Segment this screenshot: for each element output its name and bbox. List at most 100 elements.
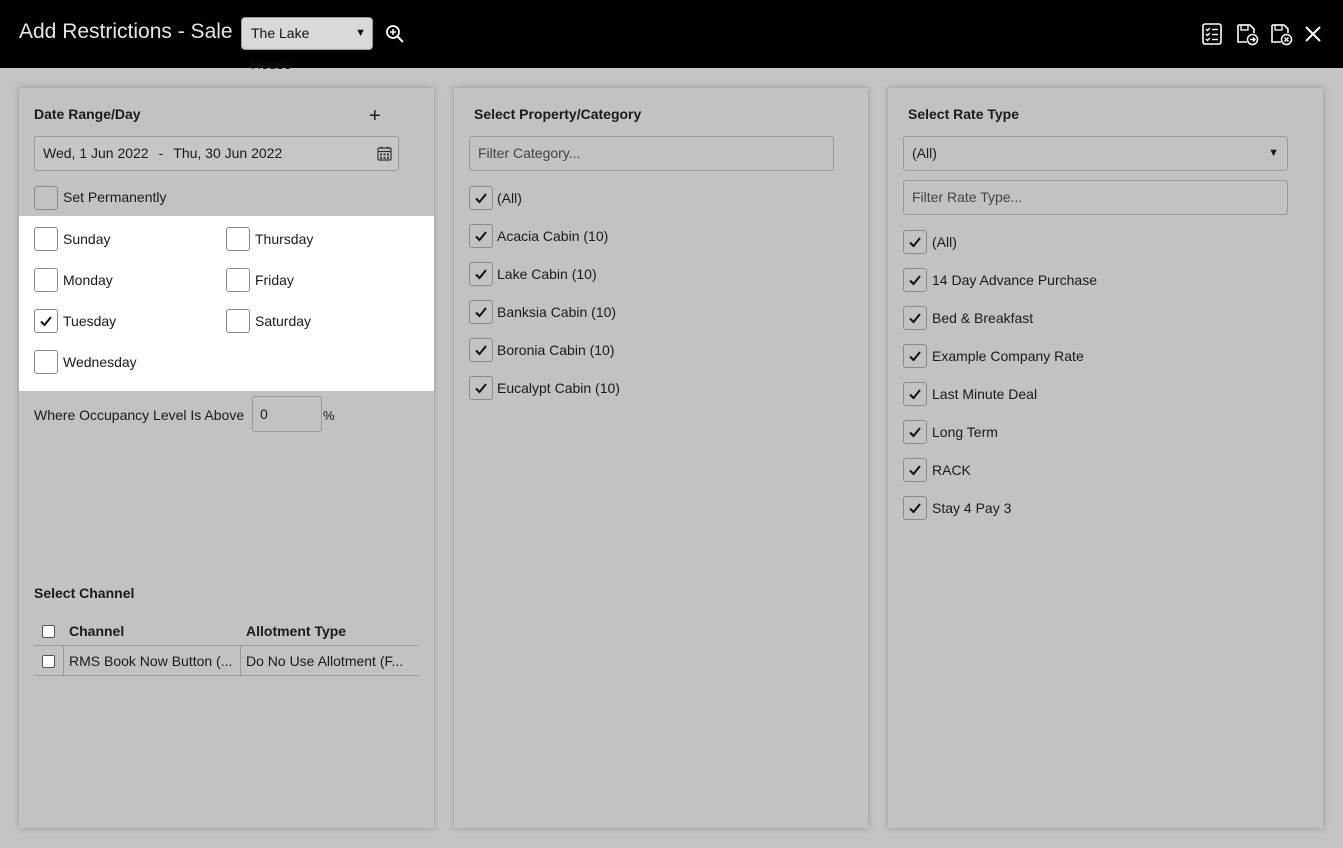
top-bar: Add Restrictions - Sale The Lake House ▼ (0, 0, 1343, 72)
checkmark-icon (909, 351, 921, 362)
filter-rate-type-input[interactable]: Filter Rate Type... (903, 180, 1288, 215)
monday-checkbox[interactable] (34, 268, 58, 292)
date-from: Wed, 1 Jun 2022 (43, 145, 149, 161)
category-item-label: Eucalypt Cabin (10) (497, 380, 620, 396)
checkmark-icon (909, 237, 921, 248)
category-item-label: (All) (497, 190, 522, 206)
checkmark-icon (475, 193, 487, 204)
rate-item-label: Bed & Breakfast (932, 310, 1034, 326)
category-lake-checkbox[interactable] (469, 262, 493, 286)
rate-stay4pay3-checkbox[interactable] (903, 496, 927, 520)
checkmark-icon (909, 389, 921, 400)
rate-item-label: Example Company Rate (932, 348, 1084, 364)
checkmark-icon (475, 231, 487, 242)
channel-table-header: Channel Allotment Type (34, 616, 419, 646)
set-permanently-checkbox[interactable] (34, 186, 58, 210)
thursday-label: Thursday (255, 231, 314, 247)
friday-label: Friday (255, 272, 294, 288)
checkmark-icon (909, 503, 921, 514)
table-row[interactable]: RMS Book Now Button (... Do No Use Allot… (34, 646, 419, 676)
checkmark-icon (475, 307, 487, 318)
wednesday-label: Wednesday (63, 354, 137, 370)
occupancy-input[interactable]: 0 (252, 396, 322, 432)
rate-item-label: Long Term (932, 424, 998, 440)
category-item-label: Banksia Cabin (10) (497, 304, 617, 320)
calendar-icon[interactable] (377, 146, 392, 161)
checkmark-icon (909, 313, 921, 324)
chevron-down-icon: ▼ (1268, 147, 1279, 159)
category-eucalypt-checkbox[interactable] (469, 376, 493, 400)
category-item-label: Boronia Cabin (10) (497, 342, 615, 358)
category-panel-title: Select Property/Category (474, 106, 642, 122)
category-item-label: Lake Cabin (10) (497, 266, 597, 282)
date-range-input[interactable]: Wed, 1 Jun 2022- Thu, 30 Jun 2022 (34, 136, 399, 171)
checkmark-icon (909, 275, 921, 286)
wednesday-checkbox[interactable] (34, 350, 58, 374)
rate-item-label: (All) (932, 234, 957, 250)
rate-last-minute-checkbox[interactable] (903, 382, 927, 406)
property-select[interactable]: The Lake House ▼ (241, 17, 373, 72)
save-arrow-icon[interactable] (1235, 22, 1259, 46)
rate-14-day-checkbox[interactable] (903, 268, 927, 292)
allotment-cell: Do No Use Allotment (F... (246, 653, 404, 669)
category-boronia-checkbox[interactable] (469, 338, 493, 362)
save-close-icon[interactable] (1269, 22, 1293, 46)
rate-item-label: Last Minute Deal (932, 386, 1038, 402)
rate-item-label: 14 Day Advance Purchase (932, 272, 1097, 288)
occupancy-label: Where Occupancy Level Is Above (34, 407, 245, 423)
rate-item-label: RACK (932, 462, 971, 478)
date-to: Thu, 30 Jun 2022 (173, 145, 283, 161)
category-panel: Select Property/Category Filter Category… (454, 88, 868, 828)
days-of-week-group: Sunday Thursday Monday Friday Tuesday Sa… (19, 216, 434, 391)
select-all-channels-checkbox[interactable] (42, 625, 55, 638)
rate-bed-breakfast-checkbox[interactable] (903, 306, 927, 330)
thursday-checkbox[interactable] (226, 227, 250, 251)
checklist-icon[interactable] (1200, 22, 1224, 46)
saturday-checkbox[interactable] (226, 309, 250, 333)
category-banksia-checkbox[interactable] (469, 300, 493, 324)
sunday-checkbox[interactable] (34, 227, 58, 251)
rate-all-checkbox[interactable] (903, 230, 927, 254)
page-title: Add Restrictions - Sale (19, 20, 233, 43)
category-item-label: Acacia Cabin (10) (497, 228, 609, 244)
checkmark-icon (475, 345, 487, 356)
select-channel-title: Select Channel (34, 585, 135, 601)
rate-type-select-value: (All) (912, 145, 937, 161)
monday-label: Monday (63, 272, 113, 288)
date-separator: - (158, 145, 164, 161)
sunday-label: Sunday (63, 231, 111, 247)
rate-item-label: Stay 4 Pay 3 (932, 500, 1012, 516)
checkmark-icon (909, 465, 921, 476)
checkmark-icon (909, 427, 921, 438)
channel-table: Channel Allotment Type RMS Book Now Butt… (34, 616, 419, 676)
chevron-down-icon: ▼ (355, 27, 366, 39)
close-icon[interactable] (1301, 22, 1325, 46)
set-permanently-label: Set Permanently (63, 189, 167, 205)
category-all-checkbox[interactable] (469, 186, 493, 210)
date-range-panel: Date Range/Day + Wed, 1 Jun 2022- Thu, 30… (19, 88, 434, 828)
property-select-value: The Lake House (251, 25, 310, 72)
channel-column-header[interactable]: Channel (69, 623, 239, 639)
saturday-label: Saturday (255, 313, 312, 329)
filter-category-input[interactable]: Filter Category... (469, 136, 834, 171)
channel-row-checkbox[interactable] (42, 655, 55, 668)
rate-rack-checkbox[interactable] (903, 458, 927, 482)
checkmark-icon (40, 316, 52, 327)
rate-type-panel-title: Select Rate Type (908, 106, 1020, 122)
rate-company-checkbox[interactable] (903, 344, 927, 368)
rate-type-panel: Select Rate Type (All) ▼ Filter Rate Typ… (888, 88, 1323, 828)
checkmark-icon (475, 269, 487, 280)
checkmark-icon (475, 383, 487, 394)
date-range-title: Date Range/Day (34, 106, 141, 122)
allotment-column-header[interactable]: Allotment Type (246, 623, 419, 639)
category-acacia-checkbox[interactable] (469, 224, 493, 248)
zoom-in-icon[interactable] (385, 24, 405, 44)
occupancy-unit: % (323, 408, 335, 423)
rate-type-select[interactable]: (All) ▼ (903, 136, 1288, 171)
add-date-range-button[interactable]: + (369, 106, 381, 126)
rate-long-term-checkbox[interactable] (903, 420, 927, 444)
friday-checkbox[interactable] (226, 268, 250, 292)
channel-cell: RMS Book Now Button (... (69, 653, 233, 669)
tuesday-checkbox[interactable] (34, 309, 58, 333)
tuesday-label: Tuesday (63, 313, 117, 329)
